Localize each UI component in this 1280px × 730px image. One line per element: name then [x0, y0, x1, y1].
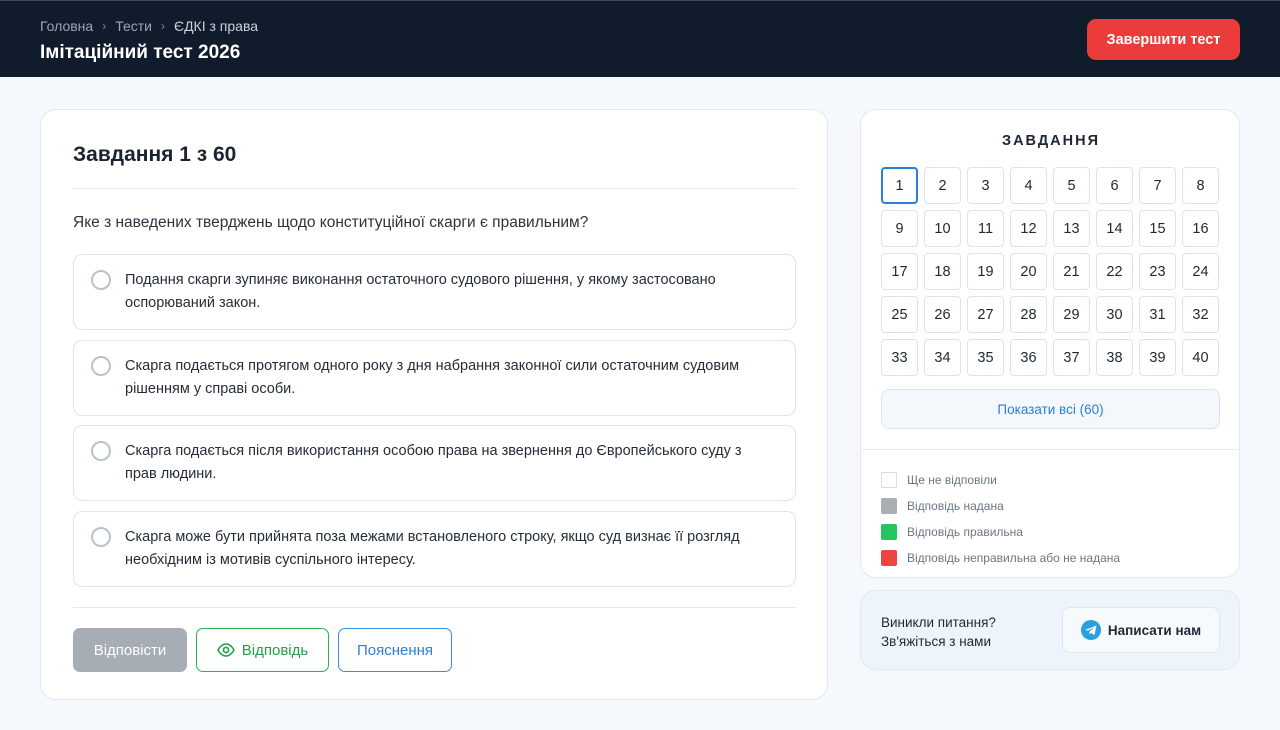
- question-number-38[interactable]: 38: [1096, 339, 1133, 376]
- divider: [73, 188, 796, 189]
- answer-option-2[interactable]: Скарга подається протягом одного року з …: [73, 340, 796, 416]
- contact-card: Виникли питання? Зв'яжіться з нами Напис…: [860, 590, 1240, 670]
- telegram-icon: [1080, 620, 1101, 640]
- radio-button[interactable]: [91, 527, 111, 547]
- question-number-25[interactable]: 25: [881, 296, 918, 333]
- legend-swatch: [881, 472, 897, 488]
- question-card: Завдання 1 з 60 Яке з наведених тверджен…: [40, 109, 828, 700]
- question-number-39[interactable]: 39: [1139, 339, 1176, 376]
- legend-label: Відповідь правильна: [907, 525, 1023, 539]
- question-number-19[interactable]: 19: [967, 253, 1004, 290]
- question-number-7[interactable]: 7: [1139, 167, 1176, 204]
- divider: [73, 607, 796, 608]
- legend-item: Ще не відповіли: [881, 467, 1120, 493]
- answer-option-text: Скарга може бути прийнята поза межами вс…: [125, 529, 740, 568]
- answer-option-4[interactable]: Скарга може бути прийнята поза межами вс…: [73, 511, 796, 587]
- question-number-26[interactable]: 26: [924, 296, 961, 333]
- question-number-14[interactable]: 14: [1096, 210, 1133, 247]
- divider: [861, 449, 1239, 450]
- question-number-40[interactable]: 40: [1182, 339, 1219, 376]
- status-legend: Ще не відповіли Відповідь надана Відповідь…: [881, 467, 1120, 571]
- question-heading: Завдання 1 з 60: [73, 143, 237, 166]
- question-number-28[interactable]: 28: [1010, 296, 1047, 333]
- top-header: Головна › Тести › ЄДКІ з права Імітаційн…: [0, 0, 1280, 77]
- contact-line-2: Зв'яжіться з нами: [881, 634, 991, 649]
- legend-label: Ще не відповіли: [907, 473, 997, 487]
- legend-item: Відповідь надана: [881, 493, 1120, 519]
- show-answer-button[interactable]: Відповідь: [196, 628, 329, 672]
- question-number-30[interactable]: 30: [1096, 296, 1133, 333]
- question-number-20[interactable]: 20: [1010, 253, 1047, 290]
- question-navigator: ЗАВДАННЯ 1 2 3 4 5 6 7 8 9 10 11 12 13 14 15 16 17 18 19 20…: [860, 109, 1240, 578]
- breadcrumb-current: ЄДКІ з права: [174, 18, 259, 34]
- legend-label: Відповідь надана: [907, 499, 1004, 513]
- question-number-17[interactable]: 17: [881, 253, 918, 290]
- answer-option-3[interactable]: Скарга подається після використання особ…: [73, 425, 796, 501]
- finish-test-button[interactable]: Завершити тест: [1087, 19, 1240, 60]
- question-number-32[interactable]: 32: [1182, 296, 1219, 333]
- question-grid: 1 2 3 4 5 6 7 8 9 10 11 12 13 14 15 16 17 18 19 20 21 22 23 24 2…: [881, 167, 1221, 376]
- question-number-13[interactable]: 13: [1053, 210, 1090, 247]
- breadcrumb: Головна › Тести › ЄДКІ з права: [40, 18, 258, 34]
- navigator-title: ЗАВДАННЯ: [1001, 133, 1100, 149]
- question-number-12[interactable]: 12: [1010, 210, 1047, 247]
- question-number-2[interactable]: 2: [924, 167, 961, 204]
- legend-swatch: [881, 550, 897, 566]
- question-number-36[interactable]: 36: [1010, 339, 1047, 376]
- question-number-23[interactable]: 23: [1139, 253, 1176, 290]
- breadcrumb-tests[interactable]: Тести: [115, 18, 152, 34]
- write-us-button[interactable]: Написати нам: [1062, 607, 1220, 653]
- question-number-1[interactable]: 1: [881, 167, 918, 204]
- show-all-button[interactable]: Показати всі (60): [881, 389, 1220, 429]
- question-number-35[interactable]: 35: [967, 339, 1004, 376]
- legend-swatch: [881, 524, 897, 540]
- question-number-27[interactable]: 27: [967, 296, 1004, 333]
- question-number-33[interactable]: 33: [881, 339, 918, 376]
- question-number-3[interactable]: 3: [967, 167, 1004, 204]
- question-number-8[interactable]: 8: [1182, 167, 1219, 204]
- chevron-right-icon: ›: [161, 19, 165, 33]
- show-answer-label: Відповідь: [241, 641, 309, 659]
- question-number-22[interactable]: 22: [1096, 253, 1133, 290]
- question-number-29[interactable]: 29: [1053, 296, 1090, 333]
- eye-icon: [216, 643, 235, 657]
- question-number-18[interactable]: 18: [924, 253, 961, 290]
- question-number-21[interactable]: 21: [1053, 253, 1090, 290]
- radio-button[interactable]: [91, 441, 111, 461]
- radio-button[interactable]: [91, 356, 111, 376]
- answer-option-text: Скарга подається протягом одного року з …: [125, 358, 740, 397]
- question-number-34[interactable]: 34: [924, 339, 961, 376]
- answer-option-text: Подання скарги зупиняє виконання остаточ…: [125, 272, 716, 311]
- legend-item: Відповідь правильна: [881, 519, 1120, 545]
- question-number-37[interactable]: 37: [1053, 339, 1090, 376]
- write-us-label: Написати нам: [1107, 622, 1202, 638]
- page-title: Імітаційний тест 2026: [40, 42, 241, 63]
- legend-label: Відповідь неправильна або не надана: [907, 551, 1121, 565]
- answer-option-text: Скарга подається після використання особ…: [125, 443, 742, 482]
- breadcrumb-home[interactable]: Головна: [40, 18, 93, 34]
- question-number-11[interactable]: 11: [967, 210, 1004, 247]
- question-number-24[interactable]: 24: [1182, 253, 1219, 290]
- contact-text: Виникли питання? Зв'яжіться з нами: [881, 613, 996, 651]
- answer-option-1[interactable]: Подання скарги зупиняє виконання остаточ…: [73, 254, 796, 330]
- question-number-4[interactable]: 4: [1010, 167, 1047, 204]
- submit-answer-button[interactable]: Відповісти: [73, 628, 187, 672]
- question-number-9[interactable]: 9: [881, 210, 918, 247]
- question-number-15[interactable]: 15: [1139, 210, 1176, 247]
- legend-item: Відповідь неправильна або не надана: [881, 545, 1120, 571]
- question-number-6[interactable]: 6: [1096, 167, 1133, 204]
- question-number-10[interactable]: 10: [924, 210, 961, 247]
- question-number-5[interactable]: 5: [1053, 167, 1090, 204]
- radio-button[interactable]: [91, 270, 111, 290]
- explanation-button[interactable]: Пояснення: [338, 628, 452, 672]
- legend-swatch: [881, 498, 897, 514]
- chevron-right-icon: ›: [102, 19, 107, 33]
- contact-line-1: Виникли питання?: [881, 615, 996, 630]
- question-text: Яке з наведених тверджень щодо конституц…: [73, 214, 589, 231]
- question-number-16[interactable]: 16: [1182, 210, 1219, 247]
- question-number-31[interactable]: 31: [1139, 296, 1176, 333]
